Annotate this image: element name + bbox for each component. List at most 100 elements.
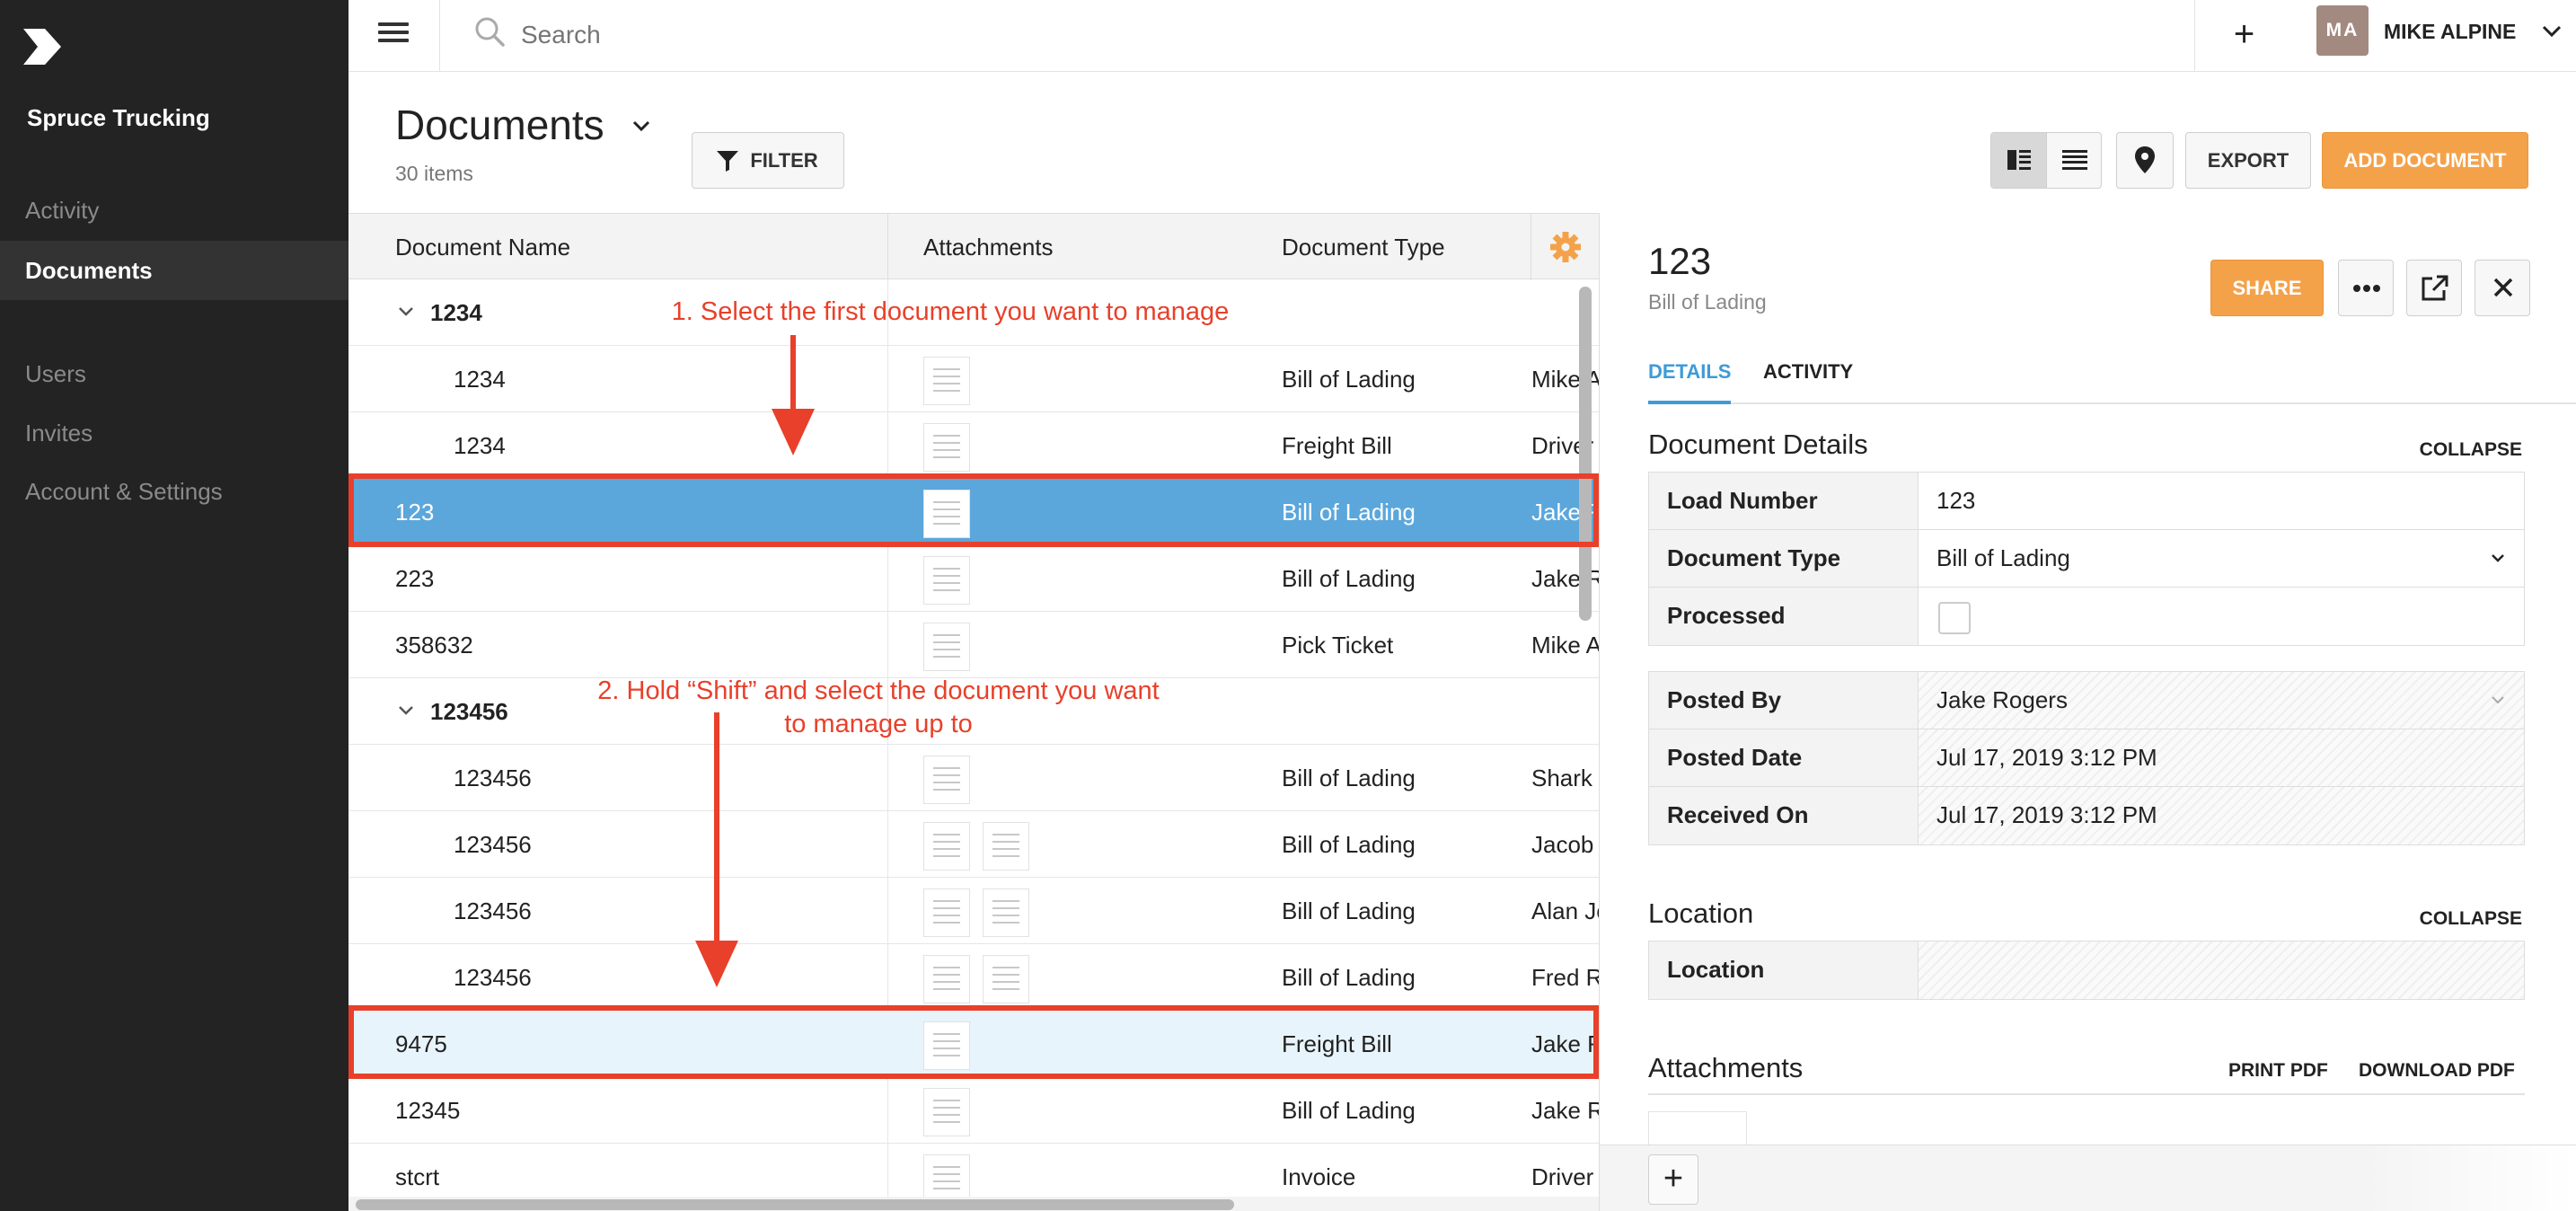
table-row[interactable]: 223 Bill of Lading Jake R [348,545,1599,612]
posted-by-value: Jake Rogers [1919,672,2524,729]
menu-icon[interactable] [348,0,440,72]
attachment-thumbnails [923,423,983,472]
filter-button[interactable]: FILTER [692,132,844,189]
attachment-thumbnail[interactable] [923,756,970,804]
attachment-thumbnail[interactable] [1648,1111,1747,1147]
posted-by: Shark [1531,765,1592,791]
attachment-thumbnail[interactable] [923,556,970,605]
attachment-thumbnail[interactable] [923,357,970,405]
annotation-step-1: 1. Select the first document you want to… [671,297,1230,326]
received-on-value: Jul 17, 2019 3:12 PM [1919,787,2524,844]
print-pdf-button[interactable]: PRINT PDF [2228,1060,2328,1082]
load-number-input[interactable]: 123 [1919,473,2524,529]
gear-icon[interactable] [1531,214,1599,280]
document-name: 123456 [430,698,508,725]
chevron-down-icon[interactable] [395,301,417,323]
table-row[interactable]: 12345 Bill of Lading Jake R [348,1077,1599,1144]
open-external-icon[interactable] [2406,260,2462,316]
location-title: Location [1648,897,1754,929]
documents-table: Document Name Attachments Document Type [348,213,1599,1211]
document-name: 358632 [395,632,473,659]
app-logo-icon[interactable] [22,25,65,68]
column-header-attachments[interactable]: Attachments [923,214,1054,280]
item-count: 30 items [395,162,473,185]
table-row[interactable]: 123456 Bill of Lading Alan Je [348,878,1599,944]
attachment-thumbnail[interactable] [983,822,1029,871]
document-type-select[interactable]: Bill of Lading [1919,530,2524,587]
vertical-scrollbar[interactable] [1579,287,1592,621]
attachment-thumbnail[interactable] [923,623,970,671]
posted-by-text: Jake Rogers [1936,686,2068,713]
attachment-thumbnail[interactable] [923,955,970,1003]
column-header-document-name[interactable]: Document Name [395,214,570,280]
attachment-thumbnail[interactable] [923,1154,970,1203]
sidebar-item-invites[interactable]: Invites [0,403,348,463]
table-row[interactable]: 123 Bill of Lading Jake R [348,479,1599,545]
chevron-down-icon[interactable] [629,113,654,138]
document-name: 123456 [454,897,532,924]
sidebar: Spruce Trucking Activity Documents Users… [0,0,348,1211]
add-icon[interactable]: + [2194,0,2293,72]
document-detail-panel: 123 Bill of Lading SHARE DETAILS ACTIVIT… [1599,213,2576,1211]
sidebar-item-activity[interactable]: Activity [0,181,348,240]
annotation-step-2: 2. Hold “Shift” and select the document … [564,675,1193,741]
table-row[interactable]: 123456 Bill of Lading Jacob [348,811,1599,878]
panel-footer: + [1600,1145,2576,1211]
map-pin-icon[interactable] [2116,132,2174,189]
table-row[interactable]: 1234 Bill of Lading Mike A [348,346,1599,412]
close-icon[interactable] [2475,260,2530,316]
attachment-thumbnails [923,822,1042,871]
attachment-thumbnail[interactable] [923,822,970,871]
attachment-thumbnail[interactable] [923,1088,970,1136]
attachment-thumbnail[interactable] [923,490,970,538]
download-pdf-button[interactable]: DOWNLOAD PDF [2359,1060,2515,1082]
more-options-icon[interactable] [2338,260,2394,316]
attachment-thumbnail[interactable] [983,955,1029,1003]
field-load-number: Load Number 123 [1649,473,2524,530]
attachment-thumbnail[interactable] [983,888,1029,937]
add-attachment-icon[interactable]: + [1648,1154,1698,1205]
table-row[interactable]: 123456 Bill of Lading Shark [348,745,1599,811]
collapse-location[interactable]: COLLAPSE [2420,908,2522,930]
document-type: Bill of Lading [1282,499,1416,526]
posted-by: Mike A [1531,632,1599,659]
sidebar-item-documents[interactable]: Documents [0,241,348,300]
document-type: Bill of Lading [1282,765,1416,791]
horizontal-scrollbar[interactable] [356,1199,1234,1210]
chevron-down-icon[interactable] [395,700,417,721]
tab-details[interactable]: DETAILS [1648,352,1732,404]
field-received-on: Received On Jul 17, 2019 3:12 PM [1649,787,2524,844]
add-document-button[interactable]: ADD DOCUMENT [2322,132,2528,189]
attachment-thumbnail[interactable] [923,423,970,472]
user-name[interactable]: MIKE ALPINE [2384,20,2516,44]
attachment-thumbnails [923,1021,983,1070]
collapse-document-details[interactable]: COLLAPSE [2420,439,2522,461]
attachment-thumbnail[interactable] [923,888,970,937]
sidebar-item-account-settings[interactable]: Account & Settings [0,462,348,521]
search-input[interactable] [521,13,1689,57]
attachment-thumbnails [923,556,983,605]
table-row[interactable]: 123456 Bill of Lading Fred R [348,944,1599,1011]
document-name: 123456 [454,831,532,858]
attachments-title: Attachments [1648,1052,1804,1083]
document-name: 123456 [454,765,532,791]
column-header-document-type[interactable]: Document Type [1282,214,1445,280]
page-title[interactable]: Documents [395,101,604,149]
processed-checkbox[interactable] [1938,602,1971,634]
split-view-icon[interactable] [1991,133,2047,188]
list-view-icon[interactable] [2047,133,2101,188]
chevron-down-icon[interactable] [2540,20,2563,43]
sidebar-item-users[interactable]: Users [0,344,348,403]
attachment-thumbnails [923,490,983,538]
table-row[interactable]: 9475 Freight Bill Jake R [348,1011,1599,1077]
avatar[interactable]: MA [2316,5,2369,56]
table-row[interactable]: 1234 Freight Bill Driver [348,412,1599,479]
table-row[interactable]: 358632 Pick Ticket Mike A [348,612,1599,678]
tab-activity[interactable]: ACTIVITY [1763,352,1853,404]
export-button[interactable]: EXPORT [2185,132,2311,189]
document-type: Bill of Lading [1282,366,1416,393]
attachment-thumbnails [923,955,1042,1003]
attachment-thumbnail[interactable] [923,1021,970,1070]
share-button[interactable]: SHARE [2210,260,2324,316]
posted-by: Alan Je [1531,897,1599,924]
